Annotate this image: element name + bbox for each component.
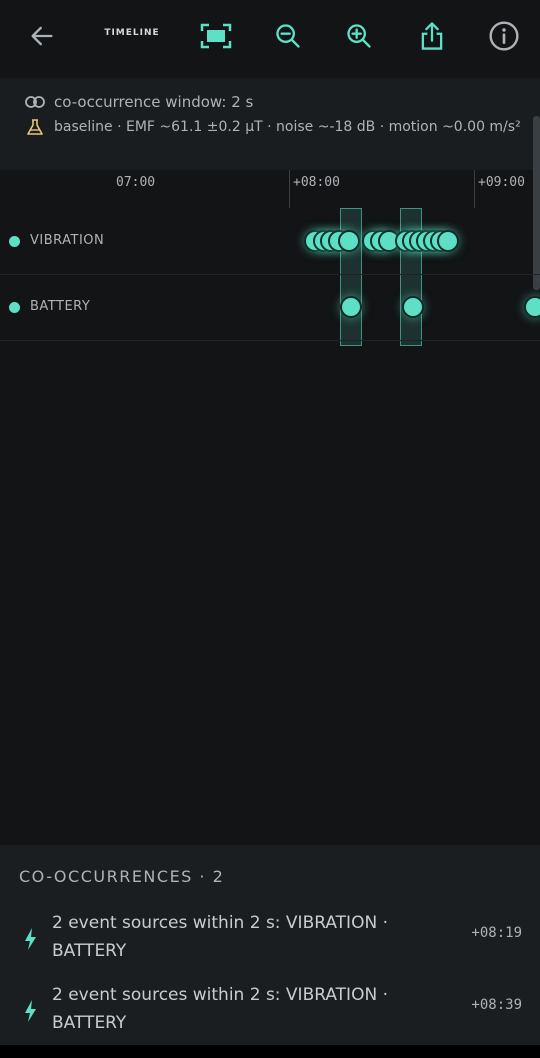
back-button[interactable]	[20, 14, 64, 58]
timeline-chart[interactable]: 07:00 +08:00 +09:00 VIBRATION BATTERY	[0, 170, 540, 350]
lane-label-battery: BATTERY	[30, 299, 91, 314]
vibration-event[interactable]	[437, 230, 459, 252]
lane-dot-vibration	[9, 236, 20, 247]
axis-label: +08:00	[293, 175, 340, 190]
fit-screen-icon	[200, 23, 232, 49]
lane-label-vibration: VIBRATION	[30, 233, 105, 248]
baseline-text: baseline · EMF ~61.1 ±0.2 µT · noise ~-1…	[54, 119, 521, 135]
zoom-out-icon	[276, 24, 300, 48]
co-occurrence-item[interactable]: 2 event sources within 2 s: VIBRATION · …	[0, 909, 540, 977]
zoom-in-button[interactable]	[337, 14, 381, 58]
share-button[interactable]	[410, 14, 454, 58]
info-icon	[489, 21, 519, 51]
info-card: co-occurrence window: 2 s baseline · EMF…	[0, 78, 540, 170]
lane-dot-battery	[9, 302, 20, 313]
lightning-icon	[25, 928, 36, 950]
co-occurrence-band[interactable]	[400, 208, 422, 346]
axis-label: +09:00	[478, 175, 525, 190]
lightning-icon	[25, 1000, 36, 1022]
vibration-event[interactable]	[338, 230, 360, 252]
link-icon	[25, 96, 45, 108]
share-icon	[421, 22, 443, 50]
battery-event[interactable]	[524, 296, 540, 318]
fit-screen-button[interactable]	[194, 14, 238, 58]
info-button[interactable]	[482, 14, 526, 58]
panel-title: CO-OCCURRENCES · 2	[19, 867, 225, 886]
co-occurrence-text: 2 event sources within 2 s: VIBRATION · …	[52, 985, 388, 1033]
co-occurrence-text: 2 event sources within 2 s: VIBRATION · …	[52, 913, 388, 961]
window-text: co-occurrence window: 2 s	[54, 93, 254, 111]
co-occurrence-time: +08:19	[471, 925, 522, 941]
co-occurrence-item[interactable]: 2 event sources within 2 s: VIBRATION · …	[0, 981, 540, 1049]
battery-event[interactable]	[340, 296, 362, 318]
co-occurrence-band[interactable]	[340, 208, 362, 346]
lane-divider	[0, 340, 540, 341]
back-arrow-icon	[31, 26, 53, 46]
axis-tick	[474, 170, 475, 208]
axis-label: 07:00	[116, 175, 156, 190]
window-row: co-occurrence window: 2 s	[24, 92, 253, 112]
battery-event[interactable]	[402, 296, 424, 318]
flask-icon	[27, 119, 43, 135]
system-nav-bar	[0, 1045, 540, 1058]
baseline-row: baseline · EMF ~61.1 ±0.2 µT · noise ~-1…	[24, 117, 524, 137]
zoom-in-icon	[347, 24, 371, 48]
co-occurrence-time: +08:39	[471, 997, 522, 1013]
lane-divider	[0, 274, 540, 275]
co-occurrences-panel: CO-OCCURRENCES · 2 2 event sources withi…	[0, 845, 540, 1045]
axis-tick	[289, 170, 290, 208]
page-title: TIMELINE	[104, 28, 160, 38]
top-app-bar: TIMELINE	[0, 0, 540, 72]
zoom-out-button[interactable]	[266, 14, 310, 58]
